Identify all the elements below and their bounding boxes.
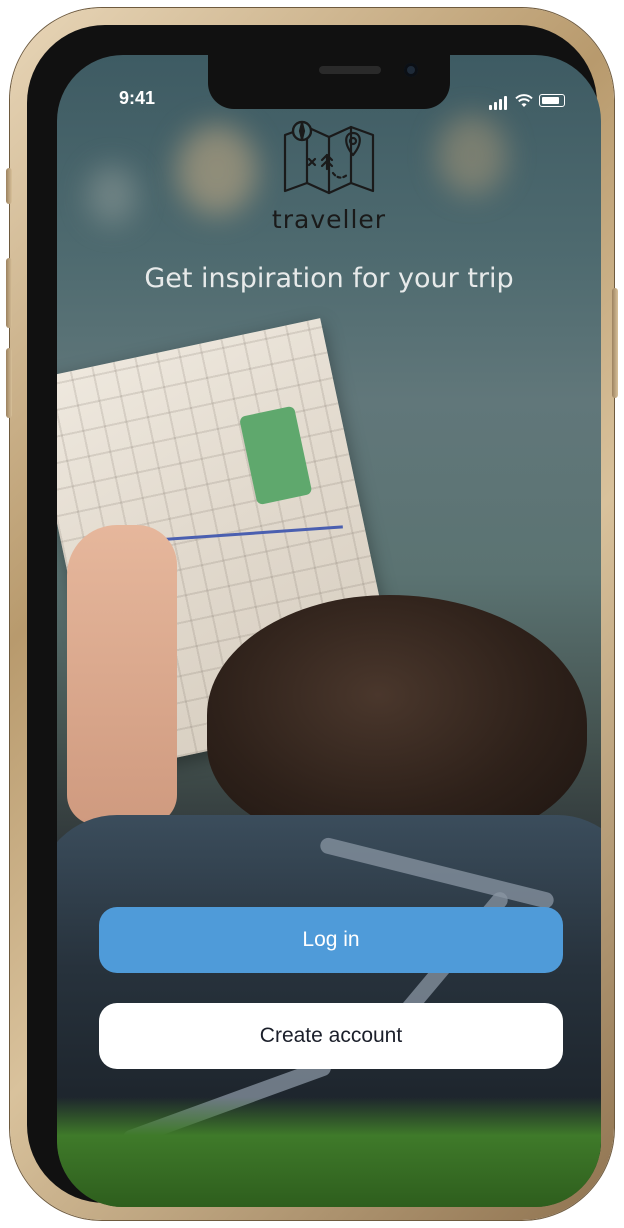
mute-switch [6,168,12,204]
app-screen: 9:41 traveller Get inspiration for your … [57,55,601,1207]
power-button [612,288,618,398]
folded-map-compass-pin-icon [283,120,375,195]
speaker-grill [319,66,381,74]
cellular-signal-icon [489,91,509,110]
login-button[interactable]: Log in [99,907,563,973]
phone-frame: 9:41 traveller Get inspiration for your … [6,8,618,1220]
hand-photo [67,525,177,825]
status-time: 9:41 [119,88,156,108]
phone-bezel: 9:41 traveller Get inspiration for your … [27,25,601,1207]
create-account-button[interactable]: Create account [99,1003,563,1069]
volume-up-button [6,258,12,328]
front-camera [404,63,418,77]
page-tagline: Get inspiration for your trip [144,263,514,294]
hair-photo [207,595,587,845]
battery-icon [539,94,565,107]
status-icons [489,91,565,110]
brand-name: traveller [271,205,387,234]
wifi-icon [515,93,533,107]
device-notch [208,55,450,109]
volume-down-button [6,348,12,418]
grass-photo [57,1097,601,1207]
